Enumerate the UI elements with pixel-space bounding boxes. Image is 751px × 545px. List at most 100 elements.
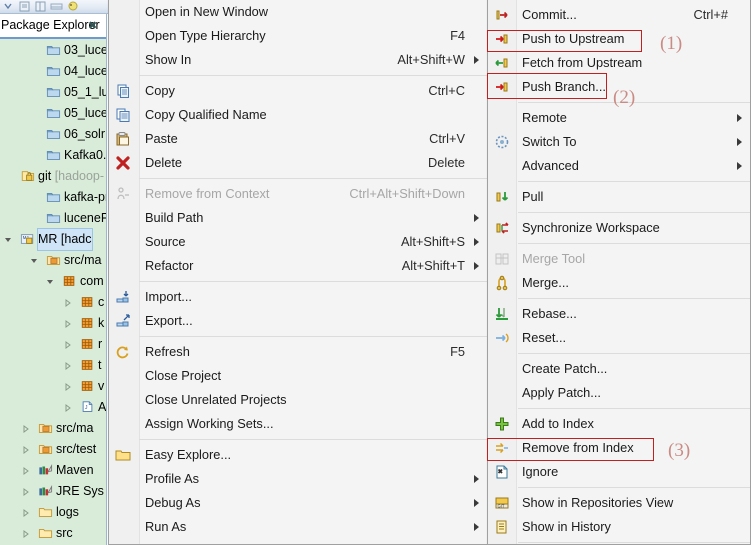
menu-item-show-in-repositories-view[interactable]: GIT Show in Repositories View <box>488 491 750 515</box>
menu-item-show-in-history[interactable]: Show in History <box>488 515 750 539</box>
menu-item-add-to-index[interactable]: Add to Index <box>488 412 750 436</box>
menu-item-refresh[interactable]: Refresh F5 <box>109 340 487 364</box>
menu-item-close-unrelated-projects[interactable]: Close Unrelated Projects <box>109 388 487 412</box>
toolbar-icon-2[interactable] <box>18 1 31 12</box>
tree-item[interactable]: t <box>0 355 106 376</box>
collapse-arrow-icon[interactable] <box>64 320 72 328</box>
package-explorer-tab[interactable]: Package Explorer ✖ <box>0 14 106 38</box>
collapse-arrow-icon[interactable] <box>22 446 30 454</box>
collapse-arrow-icon[interactable] <box>22 488 30 496</box>
tree-item[interactable]: Maven <box>0 460 106 481</box>
menu-item-push-to-upstream[interactable]: Push to Upstream <box>488 27 750 51</box>
menu-item-remote[interactable]: Remote <box>488 106 750 130</box>
menu-item-paste[interactable]: Paste Ctrl+V <box>109 127 487 151</box>
menu-item-rebase[interactable]: Rebase... <box>488 302 750 326</box>
menu-item-export[interactable]: Export... <box>109 309 487 333</box>
tree-item[interactable]: Kafka0.8St <box>0 145 106 166</box>
menu-item-commit[interactable]: Commit... Ctrl+# <box>488 3 750 27</box>
collapse-arrow-icon[interactable] <box>64 362 72 370</box>
collapse-arrow-icon[interactable] <box>22 425 30 433</box>
menu-item-debug-as[interactable]: Debug As <box>109 491 487 515</box>
tree-item[interactable]: kafka-prac <box>0 187 106 208</box>
tree-item[interactable]: k <box>0 313 106 334</box>
tree-item[interactable]: src/ma <box>0 418 106 439</box>
tree-item-label: git [hadoop- <box>38 169 105 183</box>
menu-item-remove-from-context[interactable]: Remove from Context Ctrl+Alt+Shift+Down <box>109 182 487 206</box>
toolbar-icon-5[interactable] <box>66 1 79 12</box>
menu-item-assign-working-sets[interactable]: Assign Working Sets... <box>109 412 487 436</box>
menu-item-validate[interactable]: Validate <box>109 539 487 545</box>
tree-item[interactable]: r <box>0 334 106 355</box>
menu-item-reset[interactable]: Reset... <box>488 326 750 350</box>
expand-arrow-icon[interactable] <box>30 257 38 265</box>
menu-item-profile-as[interactable]: Profile As <box>109 467 487 491</box>
menu-item-remove-from-index[interactable]: Remove from Index <box>488 436 750 460</box>
toolbar-icon-1[interactable] <box>2 1 15 12</box>
menu-item-merge[interactable]: Merge... <box>488 271 750 295</box>
menu-item-label: Show In <box>145 52 192 67</box>
menu-item-apply-patch[interactable]: Apply Patch... <box>488 381 750 405</box>
tree-item[interactable]: JA <box>0 397 106 418</box>
menu-item-fetch-from-upstream[interactable]: Fetch from Upstream <box>488 51 750 75</box>
merge-tool-icon <box>494 251 510 267</box>
menu-item-label: Close Project <box>145 368 222 383</box>
collapse-arrow-icon[interactable] <box>22 509 30 517</box>
menu-item-open-in-new-window[interactable]: Open in New Window <box>109 0 487 24</box>
collapse-arrow-icon[interactable] <box>22 530 30 538</box>
menu-item-run-as[interactable]: Run As <box>109 515 487 539</box>
expand-arrow-icon[interactable] <box>46 278 54 286</box>
menu-item-copy[interactable]: Copy Ctrl+C <box>109 79 487 103</box>
tree-item[interactable]: 03_lucene_ <box>0 40 106 61</box>
menu-item-source[interactable]: Source Alt+Shift+S <box>109 230 487 254</box>
tree-item[interactable]: 04_lucene_ <box>0 61 106 82</box>
tree-item[interactable]: 05_lucene_ <box>0 103 106 124</box>
toolbar-icon-3[interactable] <box>34 1 47 12</box>
tree-item[interactable]: c <box>0 292 106 313</box>
menu-item-merge-tool[interactable]: Merge Tool <box>488 247 750 271</box>
menu-item-switch-to[interactable]: Switch To <box>488 130 750 154</box>
menu-item-open-type-hierarchy[interactable]: Open Type Hierarchy F4 <box>109 24 487 48</box>
tree-item[interactable]: 06_solr <box>0 124 106 145</box>
menu-item-advanced[interactable]: Advanced <box>488 154 750 178</box>
menu-item-close-project[interactable]: Close Project <box>109 364 487 388</box>
tree-item-label: v <box>98 379 105 393</box>
collapse-arrow-icon[interactable] <box>64 341 72 349</box>
menu-item-accelerator: Ctrl+Alt+Shift+Down <box>349 186 465 201</box>
tree-item[interactable]: v <box>0 376 106 397</box>
menu-item-easy-explore[interactable]: Easy Explore... <box>109 443 487 467</box>
menu-item-show-in[interactable]: Show In Alt+Shift+W <box>109 48 487 72</box>
collapse-arrow-icon[interactable] <box>22 467 30 475</box>
tree-item[interactable]: 05_1_lucen <box>0 82 106 103</box>
tree-item[interactable]: src/test <box>0 439 106 460</box>
menu-item-label: Profile As <box>145 471 200 486</box>
toolbar-icon-4[interactable] <box>50 1 63 12</box>
project-tree[interactable]: 03_lucene_ 04_lucene_ 05_1_lucen 05_lucene_… <box>0 40 106 545</box>
menu-item-label: Delete <box>145 155 182 170</box>
tree-item[interactable]: logs <box>0 502 106 523</box>
menu-item-ignore[interactable]: Ignore <box>488 460 750 484</box>
menu-item-copy-qualified-name[interactable]: Copy Qualified Name <box>109 103 487 127</box>
tree-item[interactable]: src/ma <box>0 250 106 271</box>
menu-item-synchronize-workspace[interactable]: Synchronize Workspace <box>488 216 750 240</box>
menu-item-build-path[interactable]: Build Path <box>109 206 487 230</box>
menu-item-accelerator: Ctrl+C <box>428 83 465 98</box>
collapse-arrow-icon[interactable] <box>64 299 72 307</box>
menu-item-import[interactable]: Import... <box>109 285 487 309</box>
collapse-arrow-icon[interactable] <box>64 383 72 391</box>
tree-item[interactable]: git [hadoop- <box>0 166 106 187</box>
close-icon[interactable]: ✖ <box>88 19 97 32</box>
folder-icon <box>46 43 61 57</box>
collapse-arrow-icon[interactable] <box>64 404 72 412</box>
menu-item-delete[interactable]: Delete Delete <box>109 151 487 175</box>
menu-item-refactor[interactable]: Refactor Alt+Shift+T <box>109 254 487 278</box>
tree-item[interactable]: lucenePrac <box>0 208 106 229</box>
expand-arrow-icon[interactable] <box>4 236 12 244</box>
tree-item[interactable]: JRE Sys <box>0 481 106 502</box>
tree-item[interactable]: com <box>0 271 106 292</box>
tree-item[interactable]: src <box>0 523 106 544</box>
menu-item-create-patch[interactable]: Create Patch... <box>488 357 750 381</box>
menu-item-pull[interactable]: Pull <box>488 185 750 209</box>
team-submenu[interactable]: Commit... Ctrl+# Push to Upstream Fetch fro… <box>487 0 751 545</box>
tree-item[interactable]: MJ MR [hadc <box>0 228 106 251</box>
context-menu[interactable]: Open in New Window Open Type Hierarchy F4 S… <box>108 0 488 545</box>
